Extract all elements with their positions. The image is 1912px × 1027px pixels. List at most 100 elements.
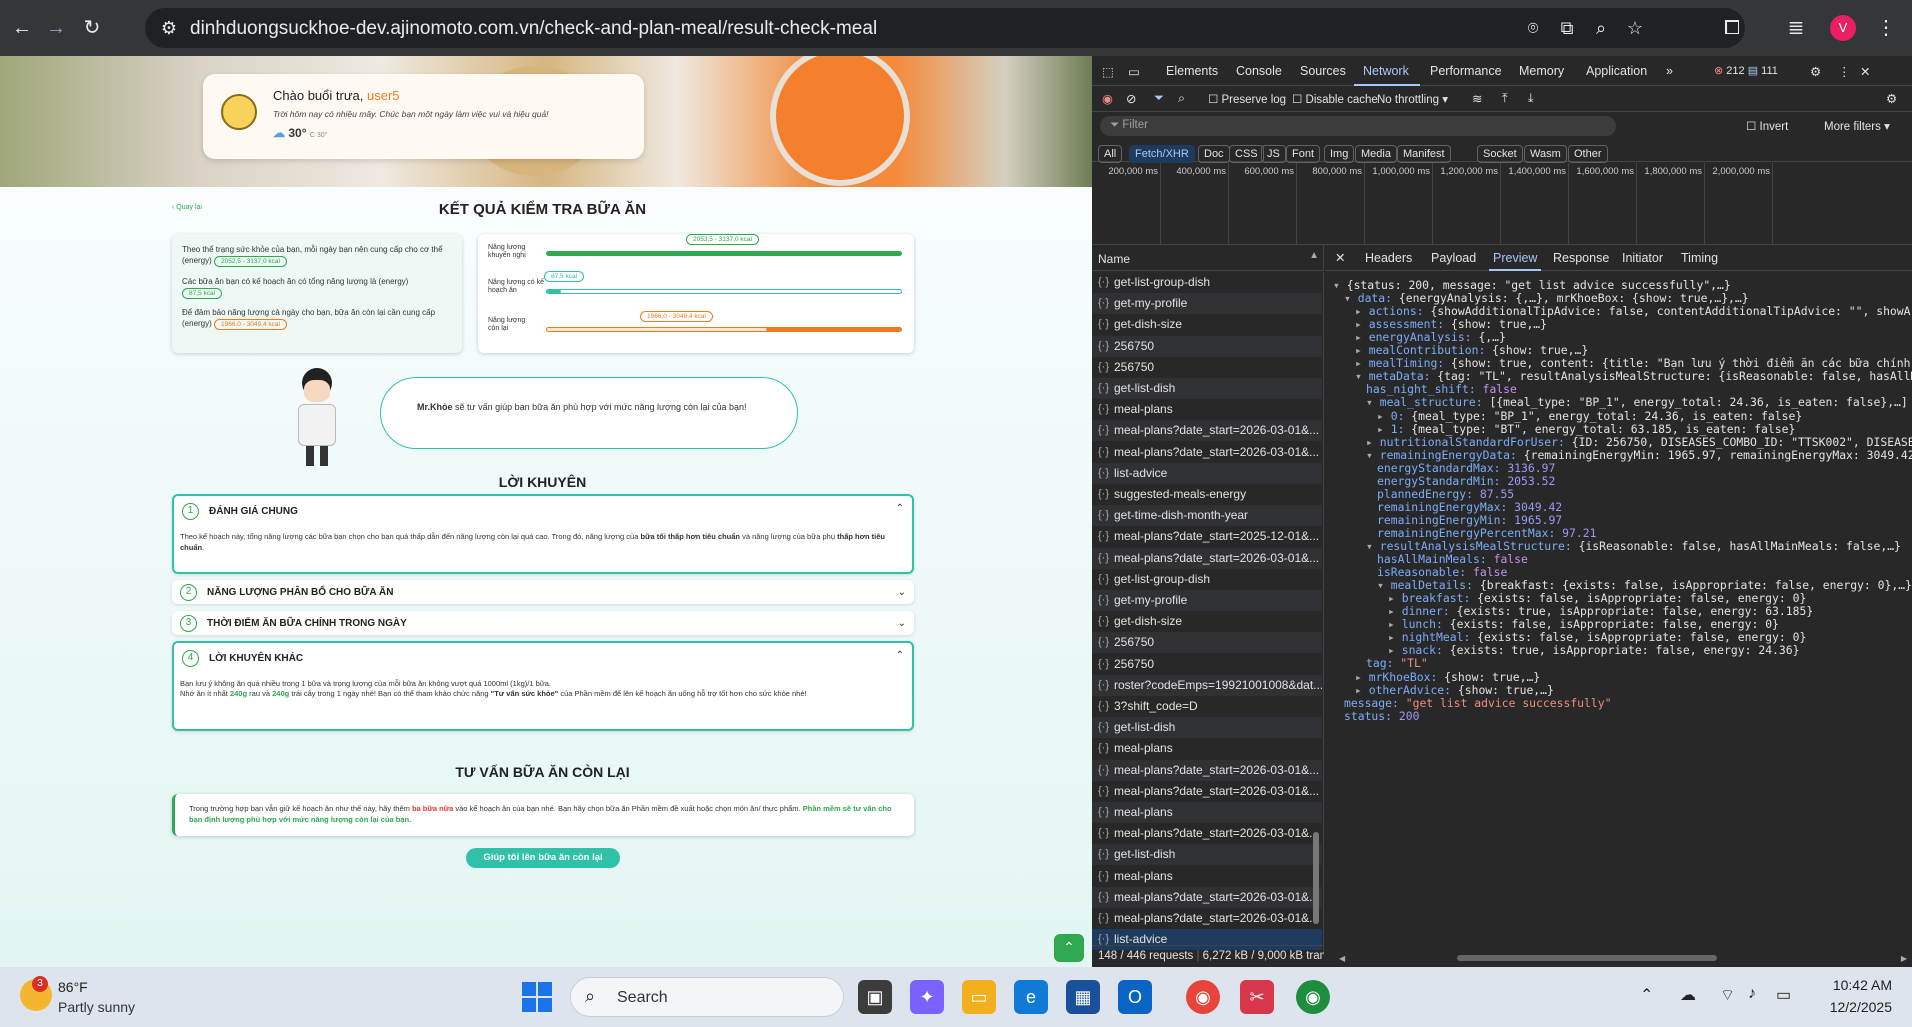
filter-img[interactable]: Img [1324,145,1355,163]
tab-network[interactable]: Network [1363,64,1409,78]
accordion-meal-timing[interactable]: 3 THỜI ĐIỂM ĂN BỮA CHÍNH TRONG NGÀY ⌄ [172,611,914,635]
weather-temp[interactable]: 86°F [58,979,88,995]
tab-memory[interactable]: Memory [1519,64,1564,78]
chrome-icon[interactable]: ◉ [1186,980,1220,1014]
tab-payload[interactable]: Payload [1431,251,1476,265]
search-icon[interactable]: ⌕ [1178,91,1185,106]
accordion-general-assessment[interactable]: 1 ĐÁNH GIÁ CHUNG ⌃ Theo kế hoạch này, tổn… [172,494,914,574]
snipping-tool-icon[interactable]: ✂ [1240,980,1274,1014]
request-row[interactable]: {·} meal-plans?date_start=2026-03-01&... [1092,420,1322,442]
request-row[interactable]: {·} list-advice [1092,462,1322,484]
chrome-profile-icon[interactable]: ◉ [1296,980,1330,1014]
preserve-log-checkbox[interactable]: ☐ Preserve log [1208,92,1286,106]
more-filters-dropdown[interactable]: More filters ▾ [1824,119,1890,133]
battery-icon[interactable]: ▭ [1776,985,1791,1005]
wifi-icon[interactable]: ⌔ [1720,985,1735,1005]
device-toggle-icon[interactable]: ▭ [1128,64,1140,79]
inspect-icon[interactable]: ⬚ [1102,64,1114,79]
request-row[interactable]: {·} roster?codeEmps=19921001008&dat... [1092,674,1322,696]
chevron-up-icon[interactable]: ⌃ [896,650,904,661]
tray-chevron-icon[interactable]: ⌃ [1640,985,1653,1005]
scroll-top-icon[interactable]: ⌃ [1054,934,1084,962]
import-icon[interactable]: ⤒ [1502,91,1508,106]
network-overview-timeline[interactable]: 200,000 ms 400,000 ms 600,000 ms 800,000 ms… [1092,163,1912,245]
tab-performance[interactable]: Performance [1430,64,1502,78]
clock-date[interactable]: 12/2/2025 [1808,999,1892,1015]
site-info-icon[interactable]: ⚙ [157,16,181,40]
tab-console[interactable]: Console [1236,64,1282,78]
json-preview-line[interactable]: ▸ snack: {exists: true, isAppropriate: f… [1388,642,1799,658]
bookmark-star-icon[interactable]: ☆ [1623,16,1647,40]
request-row[interactable]: {·} meal-plans [1092,866,1322,887]
devtools-menu-icon[interactable]: ⋮ [1838,64,1851,79]
request-row[interactable]: {·} get-time-dish-month-year [1092,505,1322,527]
close-detail-icon[interactable]: ✕ [1335,250,1345,265]
request-row[interactable]: {·} get-my-profile [1092,590,1322,611]
request-row[interactable]: {·} 256750 [1092,654,1322,675]
request-row[interactable]: {·} meal-plans?date_start=2026-03-01&... [1092,823,1322,844]
request-row[interactable]: {·} meal-plans [1092,399,1322,420]
filter-wasm[interactable]: Wasm [1524,145,1567,163]
settings-gear-icon[interactable]: ⚙ [1810,64,1821,79]
filter-js[interactable]: JS [1261,145,1286,163]
back-arrow-icon[interactable]: ← [6,12,38,44]
record-icon[interactable]: ◉ [1102,91,1113,106]
forward-arrow-icon[interactable]: → [40,12,72,44]
tab-preview[interactable]: Preview [1493,251,1537,265]
filter-css[interactable]: CSS [1229,145,1264,163]
request-row[interactable]: {·} meal-plans?date_start=2026-03-01&... [1092,886,1322,908]
request-row[interactable]: {·} 256750 [1092,357,1322,378]
request-row[interactable]: {·} get-list-group-dish [1092,272,1322,293]
accordion-meal-energy[interactable]: 2 NĂNG LƯỢNG PHÂN BỔ CHO BỮA ĂN ⌄ [172,580,914,604]
install-icon[interactable]: ⧉ [1555,16,1579,40]
accordion-header[interactable]: 4 LỜI KHUYÊN KHÁC [182,648,303,668]
location-icon[interactable]: ⌾ [1521,16,1545,40]
accordion-other-advice[interactable]: 4 LỜI KHUYÊN KHÁC ⌃ Bạn lưu ý không ăn qu… [172,641,914,731]
chevron-down-icon[interactable]: ⌄ [898,587,906,598]
request-row[interactable]: {·} meal-plans?date_start=2026-03-01&... [1092,908,1322,929]
request-row[interactable]: {·} get-dish-size [1092,611,1322,632]
tab-headers[interactable]: Headers [1365,251,1412,265]
volume-icon[interactable]: ♪ [1748,985,1756,1003]
request-row[interactable]: {·} get-list-group-dish [1092,569,1322,590]
menu-kebab-icon[interactable]: ⋮ [1870,12,1902,44]
extensions-icon[interactable]: ⧠ [1716,12,1748,44]
request-row[interactable]: {·} suggested-meals-energy [1092,484,1322,505]
plan-remaining-meals-button[interactable]: Giúp tôi lên bữa ăn còn lại [466,848,620,868]
filter-media[interactable]: Media [1355,145,1397,163]
scroll-right-icon[interactable]: ▶ [1901,954,1907,963]
error-count[interactable]: 212 [1726,65,1744,77]
request-row[interactable]: {·} 256750 [1092,335,1322,357]
request-row[interactable]: {·} get-list-dish [1092,378,1322,399]
accordion-header[interactable]: 2 NĂNG LƯỢNG PHÂN BỔ CHO BỮA ĂN [180,582,393,602]
windows-start-icon[interactable] [522,982,552,1012]
tab-elements[interactable]: Elements [1166,64,1218,78]
disable-cache-checkbox[interactable]: ☐ Disable cache [1292,92,1378,106]
chevron-down-icon[interactable]: ⌄ [898,618,906,629]
sort-up-icon[interactable]: ▲ [1309,250,1319,261]
request-row[interactable]: {·} get-my-profile [1092,293,1322,315]
invert-checkbox[interactable]: ☐ Invert [1746,119,1788,133]
tab-initiator[interactable]: Initiator [1622,251,1663,265]
request-row[interactable]: {·} meal-plans?date_start=2025-12-01&... [1092,526,1322,547]
edge-icon[interactable]: e [1014,980,1048,1014]
profile-avatar[interactable]: V [1830,15,1856,41]
chevron-up-icon[interactable]: ⌃ [896,503,904,514]
warning-count[interactable]: 111 [1761,65,1778,77]
request-list-scrollbar[interactable] [1311,272,1321,942]
request-row[interactable]: {·} meal-plans?date_start=2026-03-01&... [1092,442,1322,463]
request-row[interactable]: {·} meal-plans [1092,802,1322,823]
throttling-select[interactable]: No throttling ▾ [1377,92,1448,106]
filter-doc[interactable]: Doc [1198,145,1230,163]
export-icon[interactable]: ⤓ [1528,91,1534,106]
filter-funnel-icon[interactable]: ⏷ [1154,91,1164,106]
task-view-icon[interactable]: ▣ [858,980,892,1014]
accordion-header[interactable]: 1 ĐÁNH GIÁ CHUNG [182,501,298,521]
clear-icon[interactable]: ⊘ [1126,91,1136,106]
copilot-icon[interactable]: ✦ [910,980,944,1014]
scroll-left-icon[interactable]: ◀ [1339,954,1345,963]
zoom-icon[interactable]: ⌕ [1589,16,1613,40]
close-devtools-icon[interactable]: ✕ [1860,64,1870,79]
tab-timing[interactable]: Timing [1681,251,1718,265]
preview-h-scrollbar[interactable]: ◀ ▶ [1327,954,1907,963]
